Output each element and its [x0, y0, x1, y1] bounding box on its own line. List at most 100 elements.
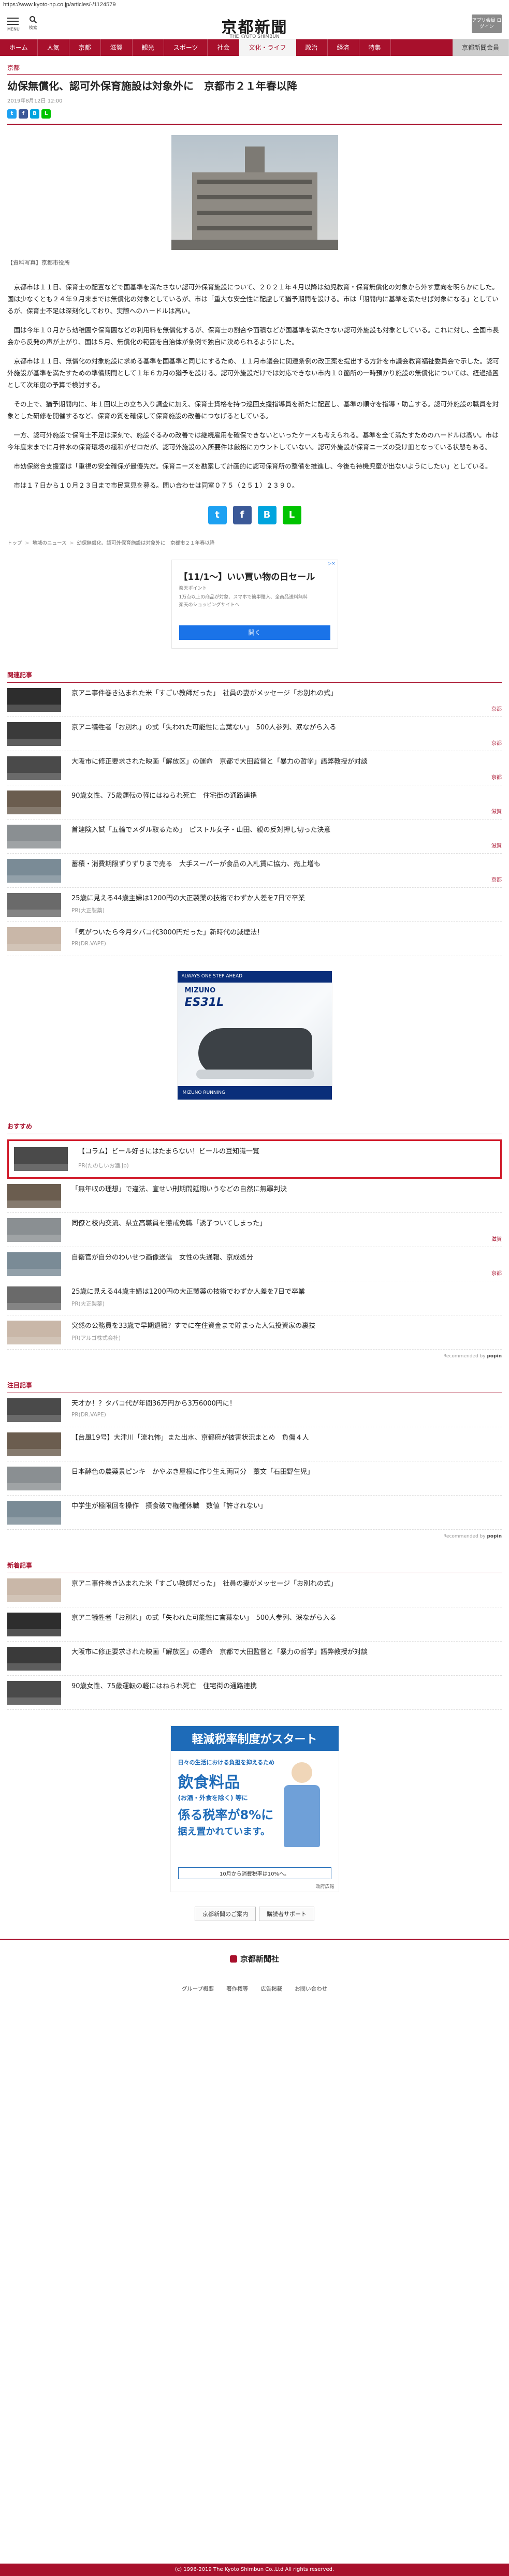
list-thumbnail[interactable] — [7, 1613, 61, 1636]
list-item-title[interactable]: 天才か！？タバコ代が年間36万円から3万6000円に！ — [71, 1399, 502, 1409]
footer-link[interactable]: お問い合わせ — [295, 1985, 327, 1993]
list-item[interactable]: 大阪市に修正要求された映画「解放区」の運命 京都で大田監督と「暴力の哲学」語弊教… — [7, 756, 502, 785]
list-thumbnail[interactable] — [7, 688, 61, 712]
list-item[interactable]: 京アニ犠牲者「お別れ」の式「失われた可能性に言葉ない」 500人参列、涙ながら入… — [7, 722, 502, 751]
list-item-title[interactable]: 同僚と校内交流、県立高職員を懲戒免職「誘子ついてしまった」 — [71, 1219, 502, 1228]
list-item[interactable]: 【台風19号】大津川「流れ怖」また出水、京都府が被害状況まとめ 負傷４人 — [7, 1432, 502, 1461]
app-login-button[interactable]: アプリ会員 ログイン — [472, 14, 502, 33]
list-item-category[interactable]: 京都 — [491, 1269, 502, 1277]
list-item[interactable]: 【コラム】ビール好きにはたまらない！ビールの豆知識一覧 PR(たのしいお酒.jp) — [7, 1139, 502, 1179]
footer-link[interactable]: グループ概要 — [182, 1985, 214, 1993]
list-thumbnail[interactable] — [7, 1681, 61, 1705]
list-item-title[interactable]: 大阪市に修正要求された映画「解放区」の運命 京都で大田監督と「暴力の哲学」語弊教… — [71, 1648, 502, 1657]
list-item[interactable]: 天才か！？タバコ代が年間36万円から3万6000円に！ PR(DR.VAPE) — [7, 1398, 502, 1427]
nav-item[interactable]: 政治 — [296, 39, 328, 56]
list-thumbnail[interactable] — [7, 927, 61, 951]
footer-link[interactable]: 著作権等 — [226, 1985, 248, 1993]
nav-item[interactable]: 特集 — [359, 39, 391, 56]
list-thumbnail[interactable] — [7, 893, 61, 917]
list-item[interactable]: 中学生が極限回を操作 摂食破で権種休職 数値「許されない」 — [7, 1501, 502, 1530]
list-item-title[interactable]: 【台風19号】大津川「流れ怖」また出水、京都府が被害状況まとめ 負傷４人 — [71, 1433, 502, 1443]
list-item-title[interactable]: 自衛官が自分のわいせつ画像送信 女性の失通報、京成処分 — [71, 1253, 502, 1263]
nav-item[interactable]: 京都 — [69, 39, 101, 56]
list-thumbnail[interactable] — [7, 1578, 61, 1602]
facebook-share-icon[interactable]: f — [232, 506, 252, 524]
list-thumbnail[interactable] — [7, 859, 61, 883]
list-item-title[interactable]: 京アニ犠牲者「お別れ」の式「失われた可能性に言葉ない」 500人参列、涙ながら入… — [71, 723, 502, 733]
reco-brand[interactable]: popin — [487, 1354, 502, 1359]
list-thumbnail[interactable] — [7, 1501, 61, 1525]
footer-link[interactable]: 広告掲載 — [260, 1985, 282, 1993]
list-item[interactable]: 90歳女性、75歳運転の軽にはねられ死亡 住宅街の通路連携 — [7, 1681, 502, 1710]
list-item-title[interactable]: 90歳女性、75歳運転の軽にはねられ死亡 住宅街の通路連携 — [71, 792, 502, 801]
list-item[interactable]: 25歳に見える44歳主婦は1200円の大正製薬の技術でわずか人差を7日で卒業 PR… — [7, 893, 502, 922]
list-thumbnail[interactable] — [7, 1286, 61, 1310]
list-thumbnail[interactable] — [7, 1647, 61, 1671]
list-item-title[interactable]: 25歳に見える44歳主婦は1200円の大正製薬の技術でわずか人差を7日で卒業 — [71, 894, 502, 903]
list-thumbnail[interactable] — [7, 1398, 61, 1422]
nav-item[interactable]: 観光 — [133, 39, 164, 56]
ad-open-button[interactable]: 開く — [179, 625, 330, 640]
section-tag[interactable]: 京都 — [7, 63, 502, 72]
url-bar[interactable]: https://www.kyoto-np.co.jp/articles/-/11… — [0, 0, 509, 10]
breadcrumb-item[interactable]: トップ — [7, 540, 22, 546]
list-item[interactable]: 京アニ事件巻き込まれた米「すごい教師だった」 社員の妻がメッセージ「お別れの式」… — [7, 688, 502, 717]
list-thumbnail[interactable] — [7, 1321, 61, 1344]
nav-item[interactable]: ホーム — [0, 39, 38, 56]
list-thumbnail[interactable] — [7, 722, 61, 746]
line-share-icon[interactable]: L — [41, 109, 51, 119]
list-item-title[interactable]: 大阪市に修正要求された映画「解放区」の運命 京都で大田監督と「暴力の哲学」語弊教… — [71, 757, 502, 767]
hatena-share-icon[interactable]: B — [30, 109, 39, 119]
list-item[interactable]: 「無年収の理想」で違法、宣せい刑期間延期いうなどの自然に無罪判決 — [7, 1184, 502, 1213]
list-item-title[interactable]: 25歳に見える44歳主婦は1200円の大正製薬の技術でわずか人差を7日で卒業 — [71, 1287, 502, 1297]
search-button[interactable]: 検索 — [27, 16, 39, 31]
nav-item[interactable]: 滋賀 — [101, 39, 133, 56]
list-thumbnail[interactable] — [7, 1467, 61, 1490]
ad-banner-mid[interactable]: ALWAYS ONE STEP AHEAD MIZUNO ES31L MIZUN… — [177, 971, 332, 1100]
list-item-category[interactable]: 滋賀 — [491, 841, 502, 849]
reco-brand[interactable]: popin — [487, 1534, 502, 1539]
list-item-category[interactable]: 京都 — [491, 773, 502, 781]
nav-item[interactable]: 経済 — [328, 39, 359, 56]
twitter-share-icon[interactable]: t — [208, 506, 227, 524]
list-item-title[interactable]: 【コラム】ビール好きにはたまらない！ビールの豆知識一覧 — [78, 1147, 500, 1157]
list-thumbnail[interactable] — [7, 825, 61, 848]
list-thumbnail[interactable] — [7, 1218, 61, 1242]
menu-button[interactable]: MENU — [7, 18, 20, 32]
ad-banner-top[interactable]: ▷× 【11/1〜】いい買い物の日セール 楽天ポイント 1万点以上の商品が対象、… — [171, 560, 338, 649]
line-share-icon[interactable]: L — [282, 506, 301, 524]
twitter-share-icon[interactable]: t — [7, 109, 17, 119]
list-thumbnail[interactable] — [14, 1147, 68, 1171]
list-item[interactable]: 「気がついたら今月タバコ代3000円だった」新時代の減煙法！ PR(DR.VAPE… — [7, 927, 502, 956]
list-item[interactable]: 日本酵色の農薬景ピンキ かやぶき屋根に作り生え両同分 藁文「石田野生児」 — [7, 1467, 502, 1496]
list-item-title[interactable]: 日本酵色の農薬景ピンキ かやぶき屋根に作り生え両同分 藁文「石田野生児」 — [71, 1468, 502, 1477]
list-item-category[interactable]: 京都 — [491, 705, 502, 712]
list-item-title[interactable]: 「無年収の理想」で違法、宣せい刑期間延期いうなどの自然に無罪判決 — [71, 1185, 502, 1194]
list-item[interactable]: 同僚と校内交流、県立高職員を懲戒免職「誘子ついてしまった」 滋賀 — [7, 1218, 502, 1247]
list-item[interactable]: 突然の公務員を33歳で早期退職？すでに在住資金まで貯まった人気投資家の裏技 PR(… — [7, 1321, 502, 1350]
footer-logo[interactable]: 京都新聞社 — [0, 1953, 509, 1964]
list-thumbnail[interactable] — [7, 1184, 61, 1208]
list-item[interactable]: 90歳女性、75歳運転の軽にはねられ死亡 住宅街の通路連携 滋賀 — [7, 791, 502, 819]
list-item-title[interactable]: 京アニ犠牲者「お別れ」の式「失われた可能性に言葉ない」 500人参列、涙ながら入… — [71, 1614, 502, 1623]
list-item-title[interactable]: 京アニ事件巻き込まれた米「すごい教師だった」 社員の妻がメッセージ「お別れの式」 — [71, 689, 502, 698]
list-item-title[interactable]: 90歳女性、75歳運転の軽にはねられ死亡 住宅街の通路連携 — [71, 1682, 502, 1691]
hatena-share-icon[interactable]: B — [257, 506, 277, 524]
nav-member[interactable]: 京都新聞会員 — [452, 39, 509, 56]
ad-banner-bottom[interactable]: 軽減税率制度がスタート 日々の生活における負担を抑えるため 飲食料品 (お酒・外… — [170, 1725, 339, 1892]
list-item-title[interactable]: 突然の公務員を33歳で早期退職？すでに在住資金まで貯まった人気投資家の裏技 — [71, 1322, 502, 1331]
list-thumbnail[interactable] — [7, 791, 61, 814]
list-item[interactable]: 首建険入試「五輪でメダル取るため」 ピストル女子・山田、親の反対押し切った決意滋… — [7, 825, 502, 854]
bottom-button[interactable]: 購読者サポート — [259, 1907, 314, 1921]
list-item-category[interactable]: 京都 — [491, 875, 502, 883]
list-item[interactable]: 京アニ犠牲者「お別れ」の式「失われた可能性に言葉ない」 500人参列、涙ながら入… — [7, 1613, 502, 1642]
list-item[interactable]: 25歳に見える44歳主婦は1200円の大正製薬の技術でわずか人差を7日で卒業 PR… — [7, 1286, 502, 1315]
list-thumbnail[interactable] — [7, 1252, 61, 1276]
list-item-category[interactable]: 京都 — [491, 739, 502, 747]
ad-headline[interactable]: 【11/1〜】いい買い物の日セール — [179, 569, 330, 582]
adchoices-icon[interactable]: ▷× — [328, 561, 335, 566]
list-item[interactable]: 京アニ事件巻き込まれた米「すごい教師だった」 社員の妻がメッセージ「お別れの式」 — [7, 1578, 502, 1607]
list-item[interactable]: 蓄積・消費期限ずりずりまで売る 大手スーパーが食品の入札賃に協力、売上増も 京都 — [7, 859, 502, 888]
list-item-title[interactable]: 京アニ事件巻き込まれた米「すごい教師だった」 社員の妻がメッセージ「お別れの式」 — [71, 1579, 502, 1589]
list-item[interactable]: 大阪市に修正要求された映画「解放区」の運命 京都で大田監督と「暴力の哲学」語弊教… — [7, 1647, 502, 1676]
